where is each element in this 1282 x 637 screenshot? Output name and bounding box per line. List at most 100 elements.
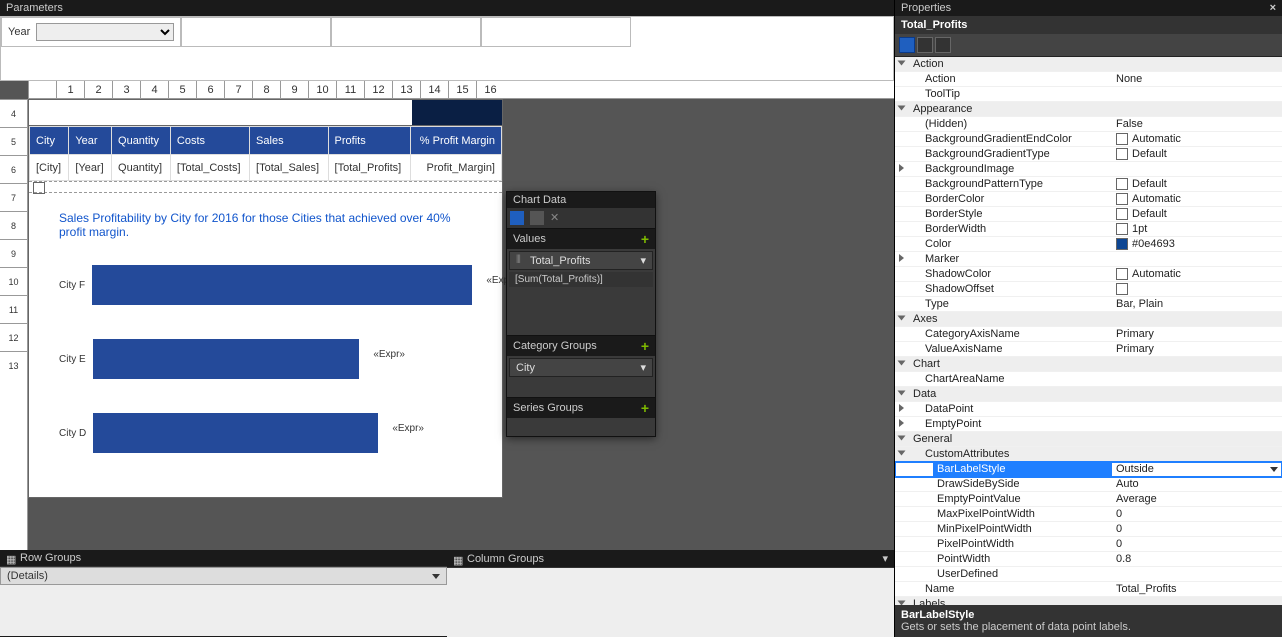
property-row[interactable]: MaxPixelPointWidth0 bbox=[895, 507, 1282, 522]
property-row[interactable]: BarLabelStyleOutside bbox=[895, 462, 1282, 477]
property-row[interactable]: Axes bbox=[895, 312, 1282, 327]
close-icon[interactable]: × bbox=[1270, 2, 1276, 14]
value-field-expression[interactable]: [Sum(Total_Profits)] bbox=[509, 272, 653, 287]
add-value-icon[interactable]: + bbox=[641, 231, 649, 247]
property-row[interactable]: BackgroundImage bbox=[895, 162, 1282, 177]
column-header[interactable]: % Profit Margin bbox=[410, 127, 501, 155]
property-row[interactable]: BorderWidth1pt bbox=[895, 222, 1282, 237]
chart-data-header[interactable]: Chart Data bbox=[507, 192, 655, 208]
property-row[interactable]: EmptyPoint bbox=[895, 417, 1282, 432]
property-row[interactable]: ToolTip bbox=[895, 87, 1282, 102]
bar[interactable]: «Expr» bbox=[93, 413, 378, 453]
field-cell[interactable]: [Total_Profits] bbox=[328, 155, 410, 181]
property-row[interactable]: BorderColorAutomatic bbox=[895, 192, 1282, 207]
categorized-view-icon[interactable] bbox=[899, 37, 915, 53]
property-value[interactable]: 0 bbox=[1112, 537, 1282, 551]
property-value[interactable] bbox=[1112, 93, 1282, 95]
property-row[interactable]: DataPoint bbox=[895, 402, 1282, 417]
property-value[interactable]: Automatic bbox=[1112, 267, 1282, 281]
property-row[interactable]: NameTotal_Profits bbox=[895, 582, 1282, 597]
property-row[interactable]: ShadowColorAutomatic bbox=[895, 267, 1282, 282]
bar-data-label[interactable]: «Expr» bbox=[392, 423, 424, 434]
field-cell[interactable]: [City] bbox=[30, 155, 69, 181]
property-value[interactable]: Default bbox=[1112, 177, 1282, 191]
property-value[interactable]: #0e4693 bbox=[1112, 237, 1282, 251]
property-row[interactable]: Chart bbox=[895, 357, 1282, 372]
properties-grid[interactable]: ActionActionNoneToolTipAppearance(Hidden… bbox=[895, 57, 1282, 605]
property-row[interactable]: UserDefined bbox=[895, 567, 1282, 582]
property-row[interactable]: CustomAttributes bbox=[895, 447, 1282, 462]
property-value[interactable] bbox=[1112, 378, 1282, 380]
property-value[interactable]: 1pt bbox=[1112, 222, 1282, 236]
property-row[interactable]: ValueAxisNamePrimary bbox=[895, 342, 1282, 357]
property-pages-icon[interactable] bbox=[935, 37, 951, 53]
property-row[interactable]: TypeBar, Plain bbox=[895, 297, 1282, 312]
move-handle-icon[interactable] bbox=[33, 182, 45, 194]
property-row[interactable]: ChartAreaName bbox=[895, 372, 1282, 387]
bar[interactable]: «Expr» bbox=[92, 265, 472, 305]
property-row[interactable]: BackgroundGradientTypeDefault bbox=[895, 147, 1282, 162]
property-row[interactable]: Color#0e4693 bbox=[895, 237, 1282, 252]
property-row[interactable]: DrawSideBySideAuto bbox=[895, 477, 1282, 492]
alphabetical-view-icon[interactable] bbox=[917, 37, 933, 53]
property-row[interactable]: BackgroundPatternTypeDefault bbox=[895, 177, 1282, 192]
chart-data-panel[interactable]: Chart Data ✕ Values + ⦀ Total_Profits ▾ … bbox=[506, 191, 656, 437]
property-value[interactable] bbox=[1112, 573, 1282, 575]
property-row[interactable]: Marker bbox=[895, 252, 1282, 267]
column-groups-menu-icon[interactable]: ▾ bbox=[882, 552, 888, 565]
bar-row[interactable]: City D«Expr» bbox=[59, 403, 472, 463]
property-row[interactable]: Action bbox=[895, 57, 1282, 72]
bar[interactable]: «Expr» bbox=[93, 339, 359, 379]
property-value[interactable]: Auto bbox=[1112, 477, 1282, 491]
property-value[interactable]: 0 bbox=[1112, 507, 1282, 521]
cd-gear-icon[interactable] bbox=[530, 211, 544, 225]
dropdown-icon[interactable] bbox=[432, 574, 440, 579]
property-row[interactable]: BackgroundGradientEndColorAutomatic bbox=[895, 132, 1282, 147]
property-row[interactable]: ShadowOffset bbox=[895, 282, 1282, 297]
design-surface[interactable]: 12345678910111213141516 45678910111213 C… bbox=[0, 81, 894, 550]
column-header[interactable]: Year bbox=[69, 127, 112, 155]
property-row[interactable]: ActionNone bbox=[895, 72, 1282, 87]
param-year-select[interactable] bbox=[36, 23, 174, 41]
cd-view-icon[interactable] bbox=[510, 211, 524, 225]
column-header[interactable]: Quantity bbox=[112, 127, 171, 155]
property-value[interactable]: Default bbox=[1112, 207, 1282, 221]
property-value[interactable]: Outside bbox=[1112, 462, 1282, 476]
report-table[interactable]: CityYearQuantityCostsSalesProfits% Profi… bbox=[29, 126, 502, 181]
column-header[interactable]: City bbox=[30, 127, 69, 155]
property-value[interactable]: 0.8 bbox=[1112, 552, 1282, 566]
property-value[interactable]: False bbox=[1112, 117, 1282, 131]
column-header[interactable]: Sales bbox=[250, 127, 329, 155]
bar-row[interactable]: City E«Expr» bbox=[59, 329, 472, 389]
property-value[interactable]: 0 bbox=[1112, 522, 1282, 536]
chart-title[interactable]: Sales Profitability by City for 2016 for… bbox=[29, 193, 502, 245]
cd-close-icon[interactable]: ✕ bbox=[550, 211, 564, 225]
property-row[interactable]: (Hidden)False bbox=[895, 117, 1282, 132]
property-row[interactable]: Labels bbox=[895, 597, 1282, 605]
property-value[interactable]: Primary bbox=[1112, 342, 1282, 356]
add-series-icon[interactable]: + bbox=[641, 400, 649, 416]
property-value[interactable]: Total_Profits bbox=[1112, 582, 1282, 596]
property-row[interactable]: EmptyPointValueAverage bbox=[895, 492, 1282, 507]
property-row[interactable]: PointWidth0.8 bbox=[895, 552, 1282, 567]
column-header[interactable]: Profits bbox=[328, 127, 410, 155]
property-value[interactable]: Average bbox=[1112, 492, 1282, 506]
field-cell[interactable]: Quantity] bbox=[112, 155, 171, 181]
properties-object-name[interactable]: Total_Profits bbox=[895, 16, 1282, 34]
field-cell[interactable]: [Year] bbox=[69, 155, 112, 181]
property-value[interactable]: Default bbox=[1112, 147, 1282, 161]
property-row[interactable]: PixelPointWidth0 bbox=[895, 537, 1282, 552]
property-row[interactable]: Data bbox=[895, 387, 1282, 402]
category-field-item[interactable]: City ▾ bbox=[509, 358, 653, 377]
field-cell[interactable]: [Total_Sales] bbox=[250, 155, 329, 181]
property-value[interactable]: Automatic bbox=[1112, 192, 1282, 206]
property-value[interactable]: None bbox=[1112, 72, 1282, 86]
property-value[interactable]: Primary bbox=[1112, 327, 1282, 341]
column-header[interactable]: Costs bbox=[170, 127, 249, 155]
property-row[interactable]: MinPixelPointWidth0 bbox=[895, 522, 1282, 537]
property-row[interactable]: CategoryAxisNamePrimary bbox=[895, 327, 1282, 342]
property-value[interactable] bbox=[1112, 282, 1282, 296]
value-field-item[interactable]: ⦀ Total_Profits ▾ bbox=[509, 251, 653, 270]
property-row[interactable]: General bbox=[895, 432, 1282, 447]
property-value[interactable]: Bar, Plain bbox=[1112, 297, 1282, 311]
